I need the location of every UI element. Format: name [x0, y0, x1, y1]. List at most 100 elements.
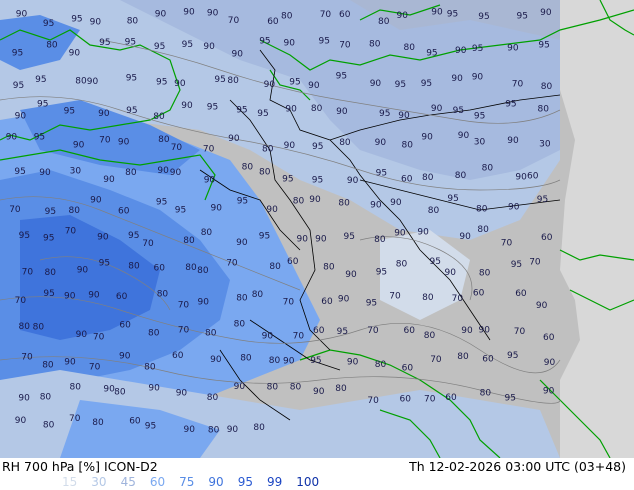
- contour-label: 95: [312, 176, 323, 186]
- contour-label: 90: [98, 109, 110, 119]
- contour-label: 80: [269, 262, 281, 272]
- contour-label: 80: [227, 76, 239, 86]
- contour-label: 70: [89, 363, 101, 373]
- contour-label: 90: [540, 8, 552, 18]
- contour-label: 60: [401, 175, 413, 185]
- contour-label: 95: [156, 78, 167, 88]
- contour-label: 70: [367, 396, 379, 406]
- contour-label: 80: [538, 105, 550, 115]
- contour-label: 70: [529, 258, 541, 268]
- contour-label: 80: [404, 43, 416, 53]
- contour-label: 80: [290, 383, 302, 393]
- contour-label: 95: [310, 356, 321, 366]
- contour-label: 90: [398, 111, 410, 121]
- contour-label: 95: [259, 37, 270, 47]
- contour-label: 70: [514, 327, 526, 337]
- contour-label: 70: [452, 294, 464, 304]
- contour-label: 60: [482, 354, 494, 364]
- contour-label: 70: [339, 40, 351, 50]
- contour-label: 90: [15, 111, 27, 121]
- contour-label: 80: [479, 269, 491, 279]
- contour-label: 80: [269, 356, 281, 366]
- contour-label: 90: [227, 425, 239, 435]
- contour-label: 90: [198, 298, 210, 308]
- contour-label: 90: [69, 48, 81, 58]
- contour-label: 90: [262, 332, 274, 342]
- contour-label: 95: [447, 194, 458, 204]
- contour-label: 80: [482, 163, 494, 173]
- contour-label: 90: [64, 292, 76, 302]
- contour-label: 95: [19, 231, 30, 241]
- contour-label: 70: [424, 394, 436, 404]
- contour-label: 95: [511, 260, 522, 270]
- contour-label: 90: [16, 9, 28, 19]
- contour-label: 70: [512, 79, 524, 89]
- contour-label: 80: [293, 197, 305, 207]
- contour-label: 70: [367, 326, 379, 336]
- contour-label: 80: [69, 206, 81, 216]
- contour-label: 70: [228, 16, 240, 26]
- contour-label: 90: [103, 175, 115, 185]
- contour-label: 95: [126, 73, 137, 83]
- contour-label: 90: [211, 203, 223, 213]
- contour-label: 95: [35, 75, 46, 85]
- contour-label: 95: [214, 75, 225, 85]
- contour-label: 95: [156, 197, 167, 207]
- contour-label: 80: [455, 171, 467, 181]
- contour-label: 80: [402, 140, 414, 150]
- contour-label: 70: [283, 298, 295, 308]
- contour-label: 80: [153, 112, 165, 122]
- contour-label: 80: [208, 425, 220, 435]
- contour-label: 90: [73, 141, 85, 151]
- contour-label: 70: [15, 296, 27, 306]
- contour-label: 90: [157, 166, 169, 176]
- contour-label: 90: [204, 175, 216, 185]
- contour-label: 95: [282, 175, 293, 185]
- contour-label: 30: [539, 140, 551, 150]
- contour-label: 60: [321, 297, 333, 307]
- contour-label: 80: [19, 322, 31, 332]
- contour-label: 80: [424, 331, 436, 341]
- contour-label: 90: [421, 133, 433, 143]
- contour-label: 90: [390, 198, 402, 208]
- contour-label: 95: [505, 99, 516, 109]
- contour-label: 90: [76, 330, 88, 340]
- contour-label: 95: [337, 327, 348, 337]
- contour-label: 90: [210, 355, 222, 365]
- contour-label: 90: [451, 74, 463, 84]
- map-footer: RH 700 hPa [%] ICON-D2 Th 12-02-2026 03:…: [0, 458, 634, 490]
- contour-label: 80: [40, 393, 52, 403]
- contour-label: 95: [182, 40, 193, 50]
- contour-label: 90: [461, 326, 473, 336]
- legend-value-45: 45: [120, 475, 136, 489]
- contour-label: 95: [99, 38, 110, 48]
- contour-label: 30: [474, 138, 486, 148]
- contour-label: 95: [538, 41, 549, 51]
- contour-label: 95: [154, 42, 165, 52]
- contour-label: 60: [287, 257, 299, 267]
- contour-label: 90: [207, 8, 219, 18]
- contour-label: 90: [97, 233, 109, 243]
- contour-label: 80: [262, 144, 274, 154]
- contour-label: 95: [37, 99, 48, 109]
- contour-label: 80: [201, 228, 213, 238]
- legend-value-75: 75: [179, 475, 195, 489]
- contour-label: 60: [154, 263, 166, 273]
- contour-label: 70: [203, 145, 215, 155]
- contour-label: 80: [240, 354, 252, 364]
- contour-label: 95: [517, 12, 528, 22]
- contour-label: 30: [70, 167, 82, 177]
- contour-label: 80: [375, 360, 387, 370]
- contour-label: 95: [366, 299, 377, 309]
- contour-label: 90: [88, 290, 100, 300]
- contour-label: 80: [185, 263, 197, 273]
- contour-label: 95: [43, 289, 54, 299]
- contour-label: 95: [478, 12, 489, 22]
- contour-label: 90: [297, 234, 309, 244]
- contour-label: 90: [508, 203, 520, 213]
- contour-label: 90: [455, 46, 467, 56]
- contour-label: 60: [402, 364, 414, 374]
- contour-label: 90: [174, 79, 186, 89]
- contour-label: 60: [267, 17, 279, 27]
- weather-map: 90 95 95 90 80 90 90 90 70 60 80 70 60 80 90 90 95 95 95 90…: [0, 0, 634, 458]
